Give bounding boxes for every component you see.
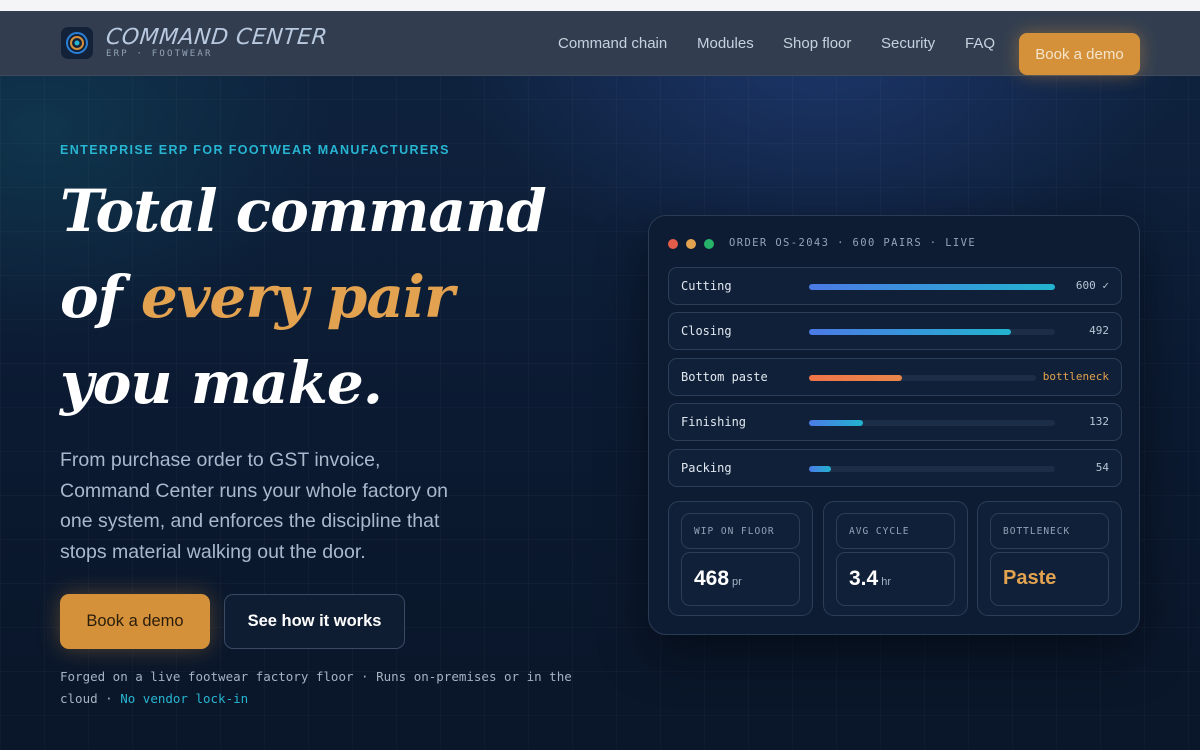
headline-line-1: Total command	[60, 177, 547, 245]
window-dot-amber	[686, 239, 696, 249]
browser-top-strip	[0, 0, 1200, 11]
stage-progress-fill	[809, 284, 1055, 290]
stage-progress-fill	[809, 329, 1011, 335]
order-status-panel: ORDER OS-2043 · 600 PAIRS · LIVE Cutting…	[648, 215, 1140, 635]
stat-card-bottleneck: BOTTLENECK Paste	[977, 501, 1122, 616]
stage-label: Cutting	[681, 279, 732, 293]
stage-row-finishing[interactable]: Finishing 132	[668, 403, 1122, 441]
headline-accent: every pair	[140, 263, 455, 331]
stage-progress-track	[809, 375, 1036, 381]
see-how-it-works-button[interactable]: See how it works	[224, 594, 405, 649]
stat-value: Paste	[1003, 567, 1057, 589]
hero-lede: From purchase order to GST invoice, Comm…	[60, 449, 449, 563]
stage-progress-fill	[809, 375, 902, 381]
window-dot-red	[668, 239, 678, 249]
window-dot-green	[704, 239, 714, 249]
stage-count: 132	[1089, 415, 1109, 428]
hero-headline: Total command of every pair you make.	[60, 168, 580, 426]
stat-value: 3.4	[849, 567, 879, 590]
brand-name[interactable]: COMMAND CENTER	[105, 25, 329, 50]
stat-value-box: 468 pr	[681, 552, 800, 606]
stage-row-closing[interactable]: Closing 492	[668, 312, 1122, 350]
brand-subtitle: ERP · FOOTWEAR	[106, 49, 213, 59]
nav-link-security[interactable]: Security	[881, 35, 935, 52]
stat-unit: pr	[732, 576, 742, 588]
stage-progress-track	[809, 329, 1055, 335]
nav-link-command-chain[interactable]: Command chain	[558, 35, 667, 52]
stage-label: Closing	[681, 324, 732, 338]
stat-label: BOTTLENECK	[990, 513, 1109, 549]
panel-title: ORDER OS-2043 · 600 PAIRS · LIVE	[729, 237, 977, 249]
headline-line-2-prefix: of	[60, 263, 141, 331]
stage-progress-track	[809, 284, 1055, 290]
stage-row-packing[interactable]: Packing 54	[668, 449, 1122, 487]
book-demo-button[interactable]: Book a demo	[60, 594, 210, 649]
stage-row-cutting[interactable]: Cutting 600 ✓	[668, 267, 1122, 305]
nav-link-modules[interactable]: Modules	[697, 35, 754, 52]
stage-progress-fill	[809, 420, 863, 426]
stage-progress-track	[809, 466, 1055, 472]
nav-link-faq[interactable]: FAQ	[965, 35, 995, 52]
stage-progress-track	[809, 420, 1055, 426]
stage-row-bottom-paste[interactable]: Bottom paste bottleneck	[668, 358, 1122, 396]
logo-target-icon[interactable]	[61, 27, 93, 59]
stat-value: 468	[694, 567, 730, 590]
stage-label: Packing	[681, 461, 732, 475]
stat-unit: hr	[881, 576, 891, 588]
stat-label: AVG CYCLE	[836, 513, 955, 549]
hero-eyebrow: ENTERPRISE ERP FOR FOOTWEAR MANUFACTURER…	[60, 143, 450, 157]
stage-count: 54	[1095, 461, 1109, 474]
hero-footnote: Forged on a live footwear factory floor …	[60, 666, 580, 710]
stat-value-box: 3.4 hr	[836, 552, 955, 606]
stat-label: WIP ON FLOOR	[681, 513, 800, 549]
nav-link-shop-floor[interactable]: Shop floor	[783, 35, 851, 52]
stage-status-badge: bottleneck	[1042, 370, 1109, 383]
stage-progress-fill	[809, 466, 831, 472]
stat-card-wip-on-floor: WIP ON FLOOR 468 pr	[668, 501, 813, 616]
stat-card-avg-cycle: AVG CYCLE 3.4 hr	[823, 501, 968, 616]
stage-label: Bottom paste	[681, 370, 768, 384]
stage-count: 492	[1089, 324, 1109, 337]
footnote-highlight: No vendor lock-in	[120, 691, 249, 706]
stat-value-box: Paste	[990, 552, 1109, 606]
nav-book-demo-button[interactable]: Book a demo	[1019, 33, 1140, 75]
stage-label: Finishing	[681, 415, 747, 429]
top-nav: COMMAND CENTER ERP · FOOTWEAR Command ch…	[0, 11, 1200, 76]
stage-count: 600 ✓	[1075, 279, 1109, 292]
headline-line-3: you make.	[60, 349, 383, 417]
